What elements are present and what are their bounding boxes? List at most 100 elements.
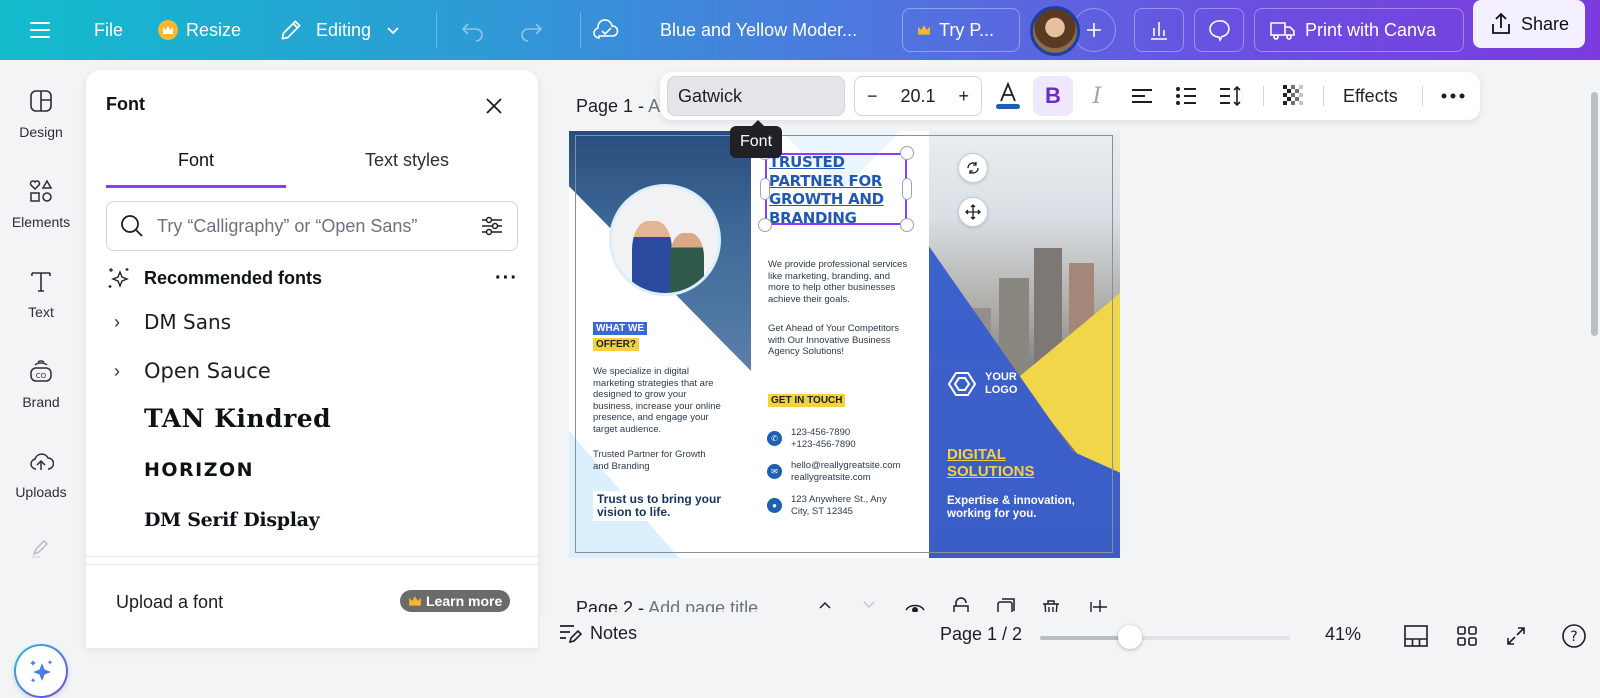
logo-text: LOGO: [985, 384, 1018, 396]
sidebar-item-text[interactable]: Text: [0, 268, 82, 320]
services-text[interactable]: We provide professional services like ma…: [768, 259, 908, 305]
filter-sliders-icon[interactable]: [479, 213, 505, 239]
what-we-heading[interactable]: WHAT WE: [593, 322, 648, 335]
magic-ai-button[interactable]: [14, 644, 68, 698]
chevron-down-icon: [387, 27, 399, 35]
font-item-dm-sans[interactable]: › DM Sans: [114, 304, 231, 340]
chevron-right-icon[interactable]: ›: [114, 312, 128, 333]
zoom-percentage[interactable]: 41%: [1325, 624, 1361, 645]
page-up-button[interactable]: [816, 596, 834, 612]
redo-button[interactable]: [518, 8, 544, 52]
close-panel-button[interactable]: [482, 94, 506, 118]
resize-button[interactable]: Resize: [158, 8, 241, 52]
lock-page-button[interactable]: [950, 596, 972, 612]
phone-icon: ✆: [767, 431, 782, 446]
main-menu-button[interactable]: [28, 8, 52, 52]
font-item-dm-serif-display[interactable]: DM Serif Display: [114, 502, 320, 538]
more-options-button[interactable]: ···: [495, 267, 518, 290]
trusted-partner-text[interactable]: Trusted Partner for Growth and Branding: [593, 449, 717, 472]
font-search-input[interactable]: [157, 215, 467, 237]
filmstrip-view-button[interactable]: [1402, 622, 1430, 650]
bullet-list-button[interactable]: [1166, 76, 1206, 116]
tab-font[interactable]: Font: [106, 150, 286, 188]
share-button[interactable]: Share: [1473, 0, 1586, 48]
sidebar-item-uploads[interactable]: Uploads: [0, 448, 82, 500]
sidebar-item-design[interactable]: Design: [0, 88, 82, 140]
resize-handle[interactable]: [760, 178, 770, 200]
sidebar-item-brand[interactable]: CO Brand: [0, 358, 82, 410]
phone-1[interactable]: 123-456-7890: [791, 427, 850, 439]
undo-button[interactable]: [460, 8, 486, 52]
text-color-button[interactable]: [988, 76, 1028, 116]
decrease-font-size-button[interactable]: −: [867, 86, 878, 107]
font-item-tan-kindred[interactable]: TAN Kindred: [114, 400, 331, 436]
try-pro-button[interactable]: Try P...: [902, 8, 1020, 52]
get-ahead-text[interactable]: Get Ahead of Your Competitors with Our I…: [768, 323, 908, 358]
digital-solutions-heading[interactable]: DIGITAL SOLUTIONS: [947, 446, 1035, 480]
user-avatar[interactable]: [1030, 6, 1080, 56]
notes-button[interactable]: Notes: [558, 622, 637, 644]
rotate-button[interactable]: [958, 153, 988, 183]
font-item-horizon[interactable]: HORIZON: [114, 452, 254, 488]
offer-body-text[interactable]: We specialize in digital marketing strat…: [593, 366, 729, 435]
resize-handle[interactable]: [758, 218, 772, 232]
bold-button[interactable]: B: [1033, 76, 1073, 116]
expertise-text[interactable]: Expertise & innovation, working for you.: [947, 495, 1075, 521]
fullscreen-button[interactable]: [1502, 622, 1530, 650]
increase-font-size-button[interactable]: +: [958, 86, 969, 107]
chevron-right-icon[interactable]: ›: [114, 361, 128, 382]
address-1[interactable]: 123 Anywhere St., Any: [791, 494, 887, 506]
resize-handle[interactable]: [902, 178, 912, 200]
sidebar-item-elements[interactable]: Elements: [0, 178, 82, 230]
bottom-bar: Notes Page 1 / 2 41% ?: [540, 614, 1600, 658]
zoom-slider[interactable]: [1040, 625, 1290, 649]
help-button[interactable]: ?: [1560, 622, 1588, 650]
zoom-slider-thumb[interactable]: [1118, 625, 1142, 649]
offer-heading[interactable]: OFFER?: [593, 338, 639, 351]
page-2-title[interactable]: Page 2 - Add page title: [576, 596, 758, 612]
font-size-value[interactable]: 20.1: [900, 86, 935, 107]
page-count[interactable]: Page 1 / 2: [940, 624, 1022, 645]
tab-text-styles[interactable]: Text styles: [296, 150, 518, 188]
transparency-button[interactable]: [1273, 76, 1313, 116]
page-down-button[interactable]: [860, 596, 878, 612]
resize-handle[interactable]: [900, 146, 914, 160]
effects-button[interactable]: Effects: [1343, 76, 1398, 116]
hide-page-button[interactable]: [904, 596, 926, 612]
document-title[interactable]: Blue and Yellow Moder...: [660, 8, 857, 52]
upload-font-link[interactable]: Upload a font: [116, 592, 223, 613]
page-1-title[interactable]: Page 1 - Ad: [576, 96, 670, 117]
line-spacing-button[interactable]: [1211, 76, 1251, 116]
your-logo[interactable]: YOUR LOGO: [947, 371, 1017, 397]
font-item-open-sauce[interactable]: › Open Sauce: [114, 353, 271, 389]
font-search-box: [106, 201, 518, 251]
sidebar-item-draw[interactable]: [0, 536, 82, 560]
vertical-scrollbar[interactable]: [1591, 92, 1598, 336]
resize-handle[interactable]: [900, 218, 914, 232]
comments-button[interactable]: [1194, 8, 1244, 52]
cloud-save-status[interactable]: [592, 8, 620, 52]
move-button[interactable]: [958, 197, 988, 227]
email-1[interactable]: hello@reallygreatsite.com: [791, 460, 900, 472]
italic-button[interactable]: I: [1077, 76, 1117, 116]
add-page-button[interactable]: [1086, 596, 1108, 612]
more-options-button[interactable]: [1433, 76, 1473, 116]
design-canvas[interactable]: WHAT WE OFFER? We specialize in digital …: [569, 131, 1120, 558]
editing-mode-dropdown[interactable]: Editing: [278, 8, 401, 52]
duplicate-page-button[interactable]: [995, 596, 1017, 612]
font-family-selector[interactable]: Gatwick: [667, 76, 845, 116]
page-label: Page 1 -: [576, 96, 649, 116]
trust-us-text[interactable]: Trust us to bring your vision to life.: [593, 491, 733, 521]
print-with-canva-button[interactable]: Print with Canva: [1254, 8, 1464, 52]
email-2[interactable]: reallygreatsite.com: [791, 472, 871, 484]
phone-2[interactable]: +123-456-7890: [791, 439, 856, 451]
align-left-button[interactable]: [1122, 76, 1162, 116]
get-in-touch-heading[interactable]: GET IN TOUCH: [768, 394, 846, 407]
delete-page-button[interactable]: [1040, 596, 1062, 612]
grid-view-button[interactable]: [1453, 622, 1481, 650]
insights-button[interactable]: [1134, 8, 1184, 52]
learn-more-button[interactable]: Learn more: [400, 590, 511, 612]
address-2[interactable]: City, ST 12345: [791, 506, 853, 518]
team-photo[interactable]: [609, 184, 721, 296]
file-menu-button[interactable]: File: [94, 8, 123, 52]
